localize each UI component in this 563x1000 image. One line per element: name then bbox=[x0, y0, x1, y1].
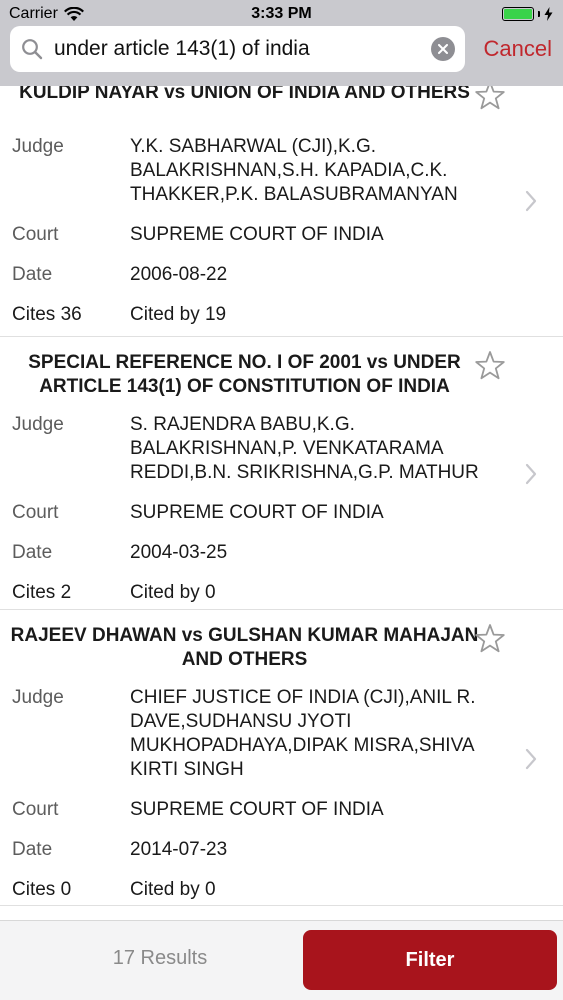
date-row: Date 2006-08-22 bbox=[0, 263, 563, 287]
date-label: Date bbox=[12, 264, 53, 285]
cancel-button[interactable]: Cancel bbox=[484, 36, 552, 62]
cites-count: Cites 2 bbox=[12, 582, 72, 603]
judge-value: S. RAJENDRA BABU,K.G. BALAKRISHNAN,P. VE… bbox=[130, 414, 479, 483]
battery-level-fill bbox=[504, 9, 532, 19]
case-card[interactable]: RAJEEV DHAWAN vs GULSHAN KUMAR MAHAJAN A… bbox=[0, 610, 563, 906]
cited-by-count: Cited by 0 bbox=[130, 879, 216, 900]
status-bar: Carrier 3:33 PM bbox=[0, 0, 563, 28]
filter-button[interactable]: Filter bbox=[303, 930, 557, 990]
court-label: Court bbox=[12, 502, 59, 523]
star-outline-icon[interactable] bbox=[473, 349, 507, 383]
judge-label: Judge bbox=[12, 687, 64, 708]
search-box[interactable] bbox=[10, 26, 465, 72]
results-list: KULDIP NAYAR vs UNION OF INDIA AND OTHER… bbox=[0, 86, 563, 920]
date-value: 2004-03-25 bbox=[130, 542, 228, 563]
status-time: 3:33 PM bbox=[251, 5, 312, 22]
date-value: 2006-08-22 bbox=[130, 264, 228, 285]
date-row: Date 2014-07-23 bbox=[0, 838, 563, 862]
judge-value: CHIEF JUSTICE OF INDIA (CJI),ANIL R. DAV… bbox=[130, 687, 476, 780]
judge-label: Judge bbox=[12, 136, 64, 157]
battery-cap bbox=[538, 11, 540, 17]
bottom-bar: 17 Results Filter bbox=[0, 920, 563, 1000]
date-value: 2014-07-23 bbox=[130, 839, 228, 860]
clear-icon bbox=[438, 44, 448, 54]
star-outline-icon[interactable] bbox=[473, 622, 507, 656]
search-icon-wrap bbox=[10, 38, 54, 60]
date-label: Date bbox=[12, 839, 53, 860]
chevron-right-icon[interactable] bbox=[525, 748, 537, 770]
cites-row: Cites 36 Cited by 19 bbox=[0, 303, 563, 327]
judge-value: Y.K. SABHARWAL (CJI),K.G. BALAKRISHNAN,S… bbox=[130, 136, 458, 205]
judge-row: Judge Y.K. SABHARWAL (CJI),K.G. BALAKRIS… bbox=[0, 135, 563, 207]
court-row: Court SUPREME COURT OF INDIA bbox=[0, 501, 563, 525]
search-input[interactable] bbox=[54, 26, 421, 72]
charging-bolt-icon bbox=[544, 7, 553, 21]
battery-icon bbox=[502, 7, 534, 21]
judge-row: Judge CHIEF JUSTICE OF INDIA (CJI),ANIL … bbox=[0, 686, 563, 782]
battery-indicator bbox=[502, 7, 553, 21]
cited-by-count: Cited by 0 bbox=[130, 582, 216, 603]
judge-label: Judge bbox=[12, 414, 64, 435]
case-card[interactable]: KULDIP NAYAR vs UNION OF INDIA AND OTHER… bbox=[0, 86, 563, 337]
cites-count: Cites 36 bbox=[12, 304, 82, 325]
search-icon bbox=[22, 39, 43, 60]
chevron-right-icon[interactable] bbox=[525, 190, 537, 212]
judge-row: Judge S. RAJENDRA BABU,K.G. BALAKRISHNAN… bbox=[0, 413, 563, 485]
results-count: 17 Results bbox=[112, 947, 208, 969]
cites-row: Cites 0 Cited by 0 bbox=[0, 878, 563, 902]
court-label: Court bbox=[12, 799, 59, 820]
star-outline-icon[interactable] bbox=[473, 86, 507, 113]
cites-count: Cites 0 bbox=[12, 879, 72, 900]
clear-search-button[interactable] bbox=[431, 37, 455, 61]
court-row: Court SUPREME COURT OF INDIA bbox=[0, 798, 563, 822]
top-area: Carrier 3:33 PM under article 143(1) of … bbox=[0, 0, 563, 86]
cited-by-count: Cited by 19 bbox=[130, 304, 227, 325]
court-label: Court bbox=[12, 224, 59, 245]
court-value: SUPREME COURT OF INDIA bbox=[130, 502, 384, 523]
court-row: Court SUPREME COURT OF INDIA bbox=[0, 223, 563, 247]
date-label: Date bbox=[12, 542, 53, 563]
court-value: SUPREME COURT OF INDIA bbox=[130, 799, 384, 820]
chevron-right-icon[interactable] bbox=[525, 463, 537, 485]
cites-row: Cites 2 Cited by 0 bbox=[0, 581, 563, 605]
court-value: SUPREME COURT OF INDIA bbox=[130, 224, 384, 245]
case-card[interactable]: SPECIAL REFERENCE NO. I OF 2001 vs UNDER… bbox=[0, 337, 563, 610]
date-row: Date 2004-03-25 bbox=[0, 541, 563, 565]
